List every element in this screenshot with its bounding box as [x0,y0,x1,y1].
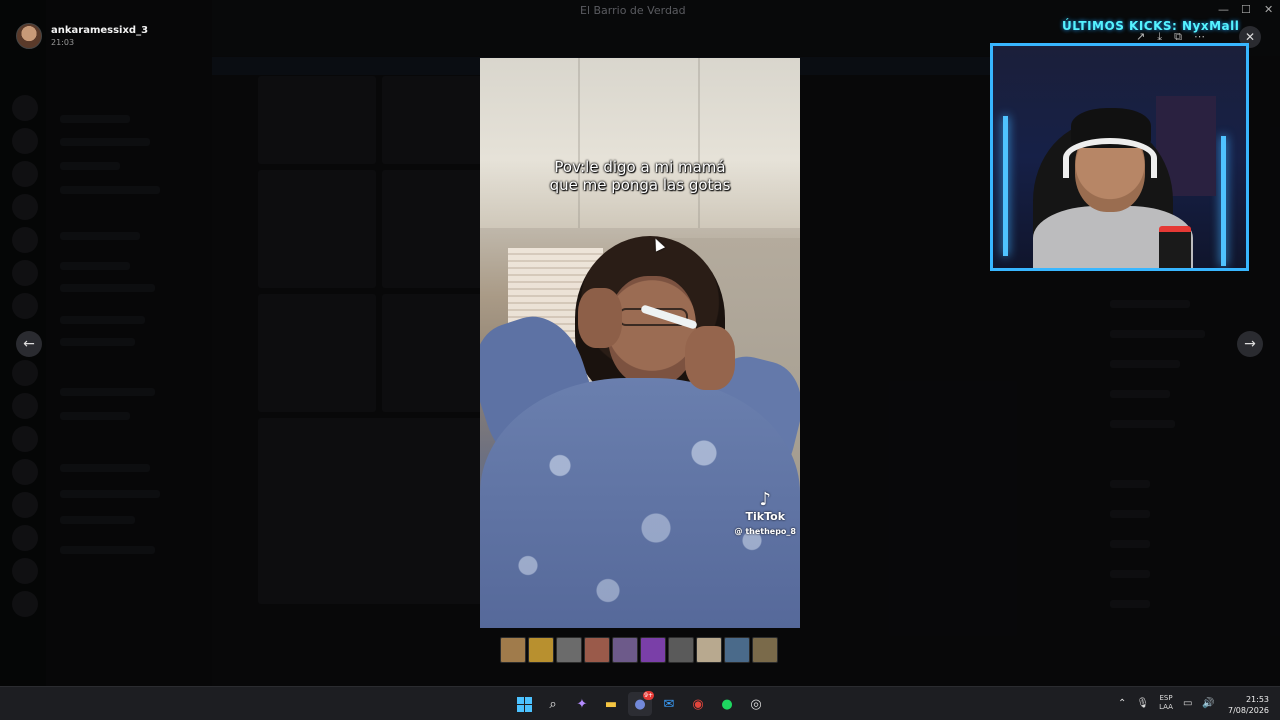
tiktok-icon: ♪ [759,489,772,510]
watermark-handle: @ thethepo_8 [734,527,796,536]
thumbnail[interactable] [640,637,666,663]
outlook-icon[interactable]: ✉ [657,692,681,716]
thumbnail[interactable] [528,637,554,663]
language-indicator[interactable]: ESP LAA [1159,694,1173,712]
system-tray: ⌃ 🎙 ESP LAA ▭ 🔊 [1118,694,1215,712]
caption-line: Pov:le digo a mi mamá [554,158,726,176]
copilot-icon[interactable]: ✦ [570,692,594,716]
thumbnail-strip [500,637,778,663]
led-strip [1221,136,1226,266]
language-code: ESP [1159,694,1173,702]
minimize-icon[interactable]: — [1218,3,1229,16]
search-icon[interactable]: ⌕ [541,692,565,716]
open-external-icon[interactable]: ⧉ [1174,30,1182,44]
thumbnail[interactable] [668,637,694,663]
thumbnail[interactable] [556,637,582,663]
author-name[interactable]: ankaramessixd_3 [51,25,148,36]
thumbnail-selected[interactable] [696,637,722,663]
more-icon[interactable]: ⋯ [1194,30,1205,44]
webcam-overlay [990,43,1249,271]
share-icon[interactable]: ↗ [1136,30,1145,44]
tiktok-watermark: ♪ TikTok @ thethepo_8 [734,489,796,537]
video-ceiling [480,58,800,228]
download-icon[interactable]: ⤓ [1157,30,1162,44]
previous-media-button[interactable]: ← [16,331,42,357]
thumbnail[interactable] [752,637,778,663]
headphones [1063,138,1157,178]
chrome-icon[interactable]: ◉ [686,692,710,716]
video-hand [578,288,622,348]
file-explorer-icon[interactable]: ▬ [599,692,623,716]
video-hand [685,326,735,390]
display-icon[interactable]: ▭ [1183,698,1192,709]
maximize-icon[interactable]: ☐ [1241,3,1251,16]
window-close-icon[interactable]: ✕ [1264,3,1273,16]
windows-taskbar: ⌕ ✦ ▬ ● 9+ ✉ ◉ ● ◎ ⌃ 🎙 ESP LAA ▭ 🔊 21:53… [0,686,1280,720]
viewer-toolbar: ↗ ⤓ ⧉ ⋯ [1136,30,1205,44]
thumbnail[interactable] [612,637,638,663]
next-media-button[interactable]: → [1237,331,1263,357]
clock-time: 21:53 [1245,695,1270,704]
spotify-icon[interactable]: ● [715,692,739,716]
media-author[interactable]: ankaramessixd_3 21:03 [16,23,148,49]
clock-date: 7/08/2026 [1228,706,1270,715]
watermark-brand: TikTok [745,510,786,523]
microphone-icon[interactable]: 🎙 [1136,698,1149,709]
thumbnail[interactable] [500,637,526,663]
windows-start-icon[interactable] [512,692,536,716]
video-caption: Pov:le digo a mi mamá que me ponga las g… [480,158,800,194]
obs-icon[interactable]: ◎ [744,692,768,716]
discord-icon[interactable]: ● 9+ [628,691,654,716]
thumbnail[interactable] [584,637,610,663]
taskbar-apps: ⌕ ✦ ▬ ● 9+ ✉ ◉ ● ◎ [512,691,768,716]
post-time: 21:03 [51,38,75,47]
arrow-right-icon: → [1244,336,1256,352]
keyboard-layout: LAA [1159,703,1173,711]
media-viewer[interactable]: Pov:le digo a mi mamá que me ponga las g… [480,58,800,628]
window-title: El Barrio de Verdad [580,4,686,17]
avatar[interactable] [16,23,42,49]
thumbnail[interactable] [724,637,750,663]
chevron-up-icon[interactable]: ⌃ [1118,698,1126,709]
caption-line: que me ponga las gotas [549,176,731,194]
notification-badge: 9+ [643,691,654,700]
arrow-left-icon: ← [23,336,35,352]
led-strip [1003,116,1008,256]
clock[interactable]: 21:53 7/08/2026 [1228,694,1269,716]
screen: El Barrio de Verdad — ☐ ✕ ankaramessixd_… [0,0,1280,720]
close-icon: ✕ [1244,30,1256,44]
microphone [1159,226,1191,268]
volume-icon[interactable]: 🔊 [1202,698,1214,709]
